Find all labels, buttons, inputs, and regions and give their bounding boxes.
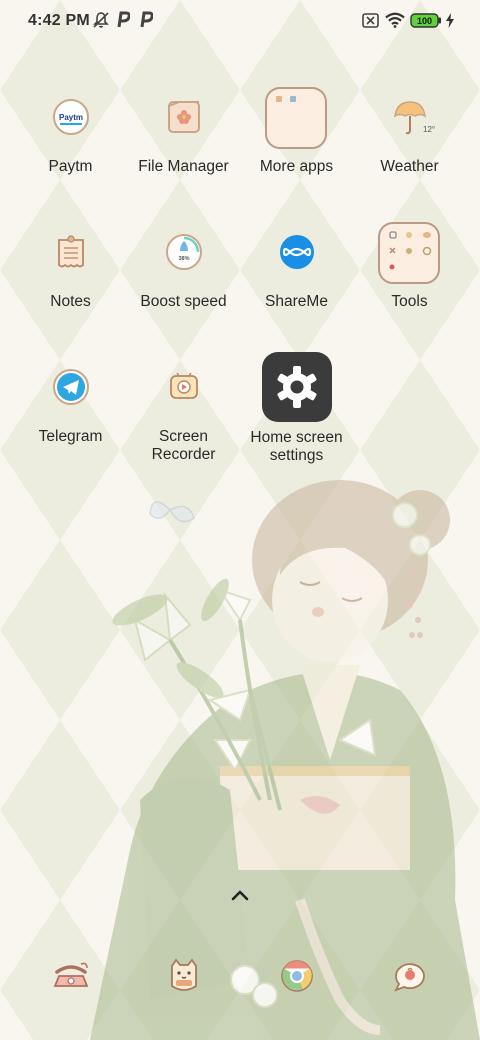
app-label: Tools xyxy=(391,293,428,310)
app-label: Paytm xyxy=(48,158,93,175)
cat-icon xyxy=(171,958,197,991)
tools-folder-icon xyxy=(377,221,443,287)
paper-plane-icon xyxy=(36,356,106,426)
dock-contacts[interactable] xyxy=(160,952,208,1000)
rocket-icon: 38% xyxy=(149,221,219,291)
wifi-icon xyxy=(385,12,405,33)
app-label: File Manager xyxy=(138,158,229,175)
message-bubble-icon xyxy=(394,963,425,992)
telephone-icon xyxy=(53,962,89,987)
status-bar: 4:42 PM 100 xyxy=(0,0,480,44)
chrome-icon xyxy=(281,960,313,992)
app-label: More apps xyxy=(259,158,334,175)
status-time: 4:42 PM xyxy=(28,12,90,29)
paytm-icon: Paytm xyxy=(36,86,106,156)
notepad-icon xyxy=(36,221,106,291)
app-label: Boost speed xyxy=(140,293,227,310)
app-label: Notes xyxy=(50,293,91,310)
app-label: Home screen settings xyxy=(250,429,343,464)
gear-icon xyxy=(262,352,332,422)
mute-notifications-icon xyxy=(92,11,110,34)
app-label: Screen Recorder xyxy=(151,428,216,463)
charging-bolt-icon xyxy=(445,13,455,33)
infinity-icon xyxy=(262,221,332,291)
paytm-p-icon xyxy=(116,11,131,34)
video-camera-icon xyxy=(149,356,219,426)
app-label: Weather xyxy=(380,158,439,175)
no-sim-icon xyxy=(362,13,379,33)
dock-messages[interactable] xyxy=(386,952,434,1000)
umbrella-icon: 12° xyxy=(375,86,445,156)
boost-percent: 38% xyxy=(178,256,189,262)
paytm-p-icon xyxy=(139,11,154,34)
app-label: Telegram xyxy=(38,428,103,445)
chevron-up-icon[interactable] xyxy=(228,886,252,906)
app-label: ShareMe xyxy=(265,293,328,310)
battery-icon: 100 xyxy=(410,13,442,33)
app-folder-icon xyxy=(264,86,330,152)
dock-browser[interactable] xyxy=(273,952,321,1000)
battery-level: 100 xyxy=(417,16,432,26)
folder-icon xyxy=(149,86,219,156)
dock-phone[interactable] xyxy=(47,952,95,1000)
weather-temperature: 12° xyxy=(423,125,435,134)
svg-text:Paytm: Paytm xyxy=(59,113,83,122)
